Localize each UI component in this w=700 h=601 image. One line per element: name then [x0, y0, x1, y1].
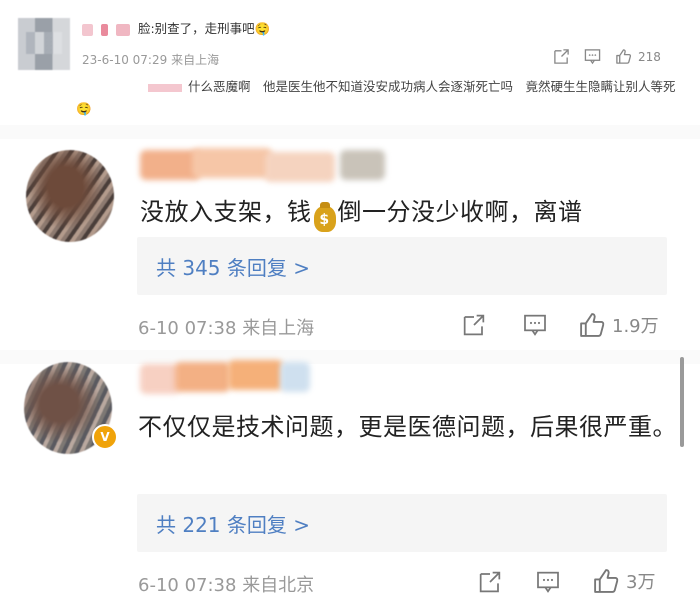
- section-divider: [0, 125, 700, 139]
- money-bag-icon: $: [313, 202, 336, 232]
- commenter-2-name-redacted[interactable]: [140, 358, 310, 394]
- comment-2-text: 不仅仅是技术问题，更是医德问题，后果很严重。: [138, 413, 677, 441]
- name-redaction: [82, 23, 93, 36]
- name-redaction: [140, 150, 200, 180]
- quoted-comment-text: :别查了，走刑事吧: [150, 21, 255, 36]
- comment-1-timestamp: 6-10 07:38: [138, 318, 237, 339]
- comment-1-share-button[interactable]: [462, 313, 486, 337]
- section-divider: [0, 350, 700, 364]
- comment-icon[interactable]: [535, 570, 561, 594]
- comment-2-replies-link[interactable]: 共 221 条回复 >: [156, 509, 310, 538]
- comment-2-like-button[interactable]: 3万: [592, 567, 655, 595]
- comment-1-text: 没放入支架，钱 $ 倒一分没少收啊，离谱: [140, 193, 680, 232]
- comment-icon[interactable]: [522, 313, 548, 337]
- name-redaction: [140, 364, 180, 394]
- comment-1-replies-link[interactable]: 共 345 条回复 >: [156, 252, 310, 281]
- scrollbar[interactable]: [680, 357, 684, 447]
- comment-1-like-count: 1.9万: [612, 316, 659, 337]
- comment-2-share-button[interactable]: [478, 570, 502, 594]
- quoted-comment-meta: 23-6-10 07:29 来自上海: [82, 51, 219, 68]
- comment-1-text-part2: 倒一分没少收啊，离谱: [337, 198, 583, 226]
- comment-1-location: 来自上海: [242, 318, 315, 339]
- name-redaction: [100, 23, 108, 36]
- drooling-emoji-icon: 🤤: [76, 101, 92, 116]
- drooling-emoji-icon: 🤤: [254, 21, 271, 36]
- comment-1-replies-box[interactable]: 共 345 条回复 >: [137, 237, 667, 295]
- name-redaction: [280, 362, 310, 392]
- avatar-quoted-user[interactable]: [18, 18, 70, 70]
- comment-2-like-count: 3万: [626, 572, 656, 593]
- share-icon[interactable]: [553, 48, 570, 65]
- quoted-user-name[interactable]: 脸: [138, 21, 151, 36]
- comment-2-location: 来自北京: [242, 575, 315, 596]
- quoted-location: 来自上海: [171, 53, 220, 67]
- name-redaction: [265, 152, 335, 182]
- name-redaction: [175, 362, 230, 392]
- name-redaction: [340, 150, 385, 180]
- comment-1-like-button[interactable]: 1.9万: [578, 311, 659, 339]
- comment-1-meta: 6-10 07:38 来自上海: [138, 314, 314, 340]
- quoted-reply-block: 什么恶魔啊 他是医生他不知道没安成功病人会逐渐死亡吗 竟然硬生生隐瞒让别人等死 🤤: [76, 76, 680, 122]
- comment-2-timestamp: 6-10 07:38: [138, 575, 237, 596]
- share-icon[interactable]: [462, 313, 486, 337]
- quoted-like-count: 218: [638, 49, 661, 64]
- comment-2-comment-button[interactable]: [535, 570, 561, 594]
- verified-badge-icon: V: [92, 424, 118, 450]
- avatar-commenter-1[interactable]: [26, 150, 114, 242]
- name-redaction: [192, 148, 272, 178]
- comment-1-comment-button[interactable]: [522, 313, 548, 337]
- quoted-actions: 218: [553, 48, 661, 65]
- name-redaction: [148, 83, 182, 92]
- comment-2-replies-box[interactable]: 共 221 条回复 >: [137, 494, 667, 552]
- quoted-reply-text: 什么恶魔啊 他是医生他不知道没安成功病人会逐渐死亡吗 竟然硬生生隐瞒让别人等死: [188, 79, 676, 94]
- like-icon[interactable]: [615, 48, 632, 65]
- like-icon[interactable]: [578, 311, 606, 339]
- share-icon[interactable]: [478, 570, 502, 594]
- name-redaction: [115, 23, 130, 36]
- quoted-timestamp: 23-6-10 07:29: [82, 53, 168, 67]
- commenter-1-name-redacted[interactable]: [140, 148, 390, 182]
- like-icon[interactable]: [592, 567, 620, 595]
- name-redaction: [228, 360, 283, 390]
- comment-2-meta: 6-10 07:38 来自北京: [138, 571, 314, 597]
- comment-1-text-part1: 没放入支架，钱: [140, 198, 312, 226]
- quoted-comment-header: 脸:别查了，走刑事吧🤤: [82, 18, 270, 37]
- comment-icon[interactable]: [584, 48, 601, 65]
